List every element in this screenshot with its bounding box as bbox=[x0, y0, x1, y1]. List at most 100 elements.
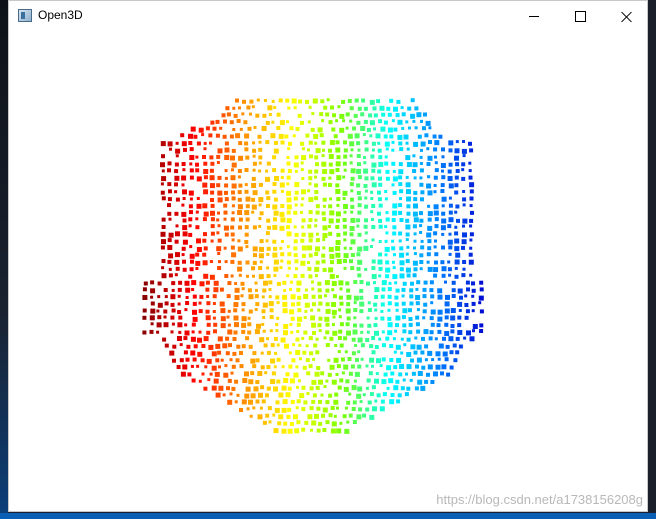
open3d-window[interactable]: Open3D https://blog.csdn.net/a1738156208… bbox=[8, 0, 648, 512]
point-cloud-point bbox=[188, 232, 193, 237]
point-cloud-point bbox=[345, 281, 350, 286]
point-cloud-point bbox=[270, 343, 275, 348]
point-cloud-point bbox=[271, 99, 275, 103]
point-cloud-point bbox=[237, 197, 242, 202]
point-cloud-point bbox=[241, 329, 246, 334]
point-cloud-point bbox=[412, 119, 416, 123]
point-cloud-point bbox=[390, 393, 395, 397]
point-cloud-point bbox=[470, 210, 474, 215]
point-cloud-point bbox=[293, 239, 298, 244]
point-cloud-point bbox=[435, 364, 441, 370]
point-cloud-point bbox=[286, 182, 290, 186]
point-cloud-point bbox=[224, 169, 228, 173]
point-cloud-point bbox=[398, 210, 403, 215]
point-cloud-point bbox=[307, 266, 312, 271]
close-button[interactable] bbox=[603, 1, 649, 31]
point-cloud-point bbox=[329, 197, 333, 201]
point-cloud-point bbox=[195, 210, 199, 214]
point-cloud-point bbox=[434, 161, 438, 165]
point-cloud-point bbox=[356, 168, 362, 174]
point-cloud-point bbox=[388, 378, 394, 384]
point-cloud-point bbox=[241, 322, 247, 328]
point-cloud-point bbox=[414, 386, 419, 391]
point-cloud-point bbox=[301, 177, 305, 180]
point-cloud-point bbox=[461, 148, 467, 154]
point-cloud-point bbox=[362, 133, 366, 137]
point-cloud-point bbox=[354, 98, 359, 103]
point-cloud-point bbox=[410, 344, 416, 350]
3d-viewport[interactable]: https://blog.csdn.net/a1738156208g bbox=[9, 31, 647, 511]
point-cloud-point bbox=[188, 190, 194, 196]
point-cloud-point bbox=[419, 162, 423, 165]
point-cloud-point bbox=[224, 141, 229, 146]
point-cloud-point bbox=[231, 252, 237, 258]
point-cloud-point bbox=[405, 120, 409, 124]
point-cloud-point bbox=[419, 253, 424, 258]
point-cloud-point bbox=[175, 224, 179, 228]
point-cloud-point bbox=[177, 336, 182, 341]
title-bar[interactable]: Open3D bbox=[9, 1, 647, 31]
point-cloud-point bbox=[273, 336, 278, 341]
point-cloud-point bbox=[395, 315, 401, 321]
point-cloud-point bbox=[258, 169, 262, 173]
point-cloud-point bbox=[433, 210, 439, 216]
point-cloud-point bbox=[347, 357, 352, 361]
point-cloud-point bbox=[269, 308, 274, 313]
point-cloud-point bbox=[224, 197, 229, 202]
point-cloud-point bbox=[198, 309, 203, 314]
point-cloud-point bbox=[172, 344, 177, 349]
point-cloud-point bbox=[394, 281, 398, 285]
point-cloud-point bbox=[203, 232, 207, 237]
point-cloud-point bbox=[366, 128, 371, 132]
point-cloud-point bbox=[380, 316, 385, 321]
point-cloud-point bbox=[273, 217, 277, 222]
point-cloud-point bbox=[315, 210, 320, 215]
point-cloud-point bbox=[434, 252, 439, 257]
point-cloud-point bbox=[289, 378, 295, 384]
minimize-button[interactable] bbox=[511, 1, 557, 31]
point-cloud-point bbox=[281, 385, 287, 391]
point-cloud-point bbox=[378, 240, 382, 243]
point-cloud-point bbox=[478, 301, 482, 305]
point-cloud-point bbox=[261, 322, 265, 326]
point-cloud-point bbox=[364, 147, 369, 152]
point-cloud-point bbox=[385, 169, 390, 174]
point-cloud-point bbox=[371, 148, 375, 152]
point-cloud-point bbox=[295, 350, 301, 355]
point-cloud-point bbox=[254, 308, 258, 311]
point-cloud-point bbox=[223, 217, 227, 221]
point-cloud-point bbox=[150, 308, 156, 314]
point-cloud-point bbox=[407, 106, 412, 111]
point-cloud-point bbox=[208, 133, 213, 138]
point-cloud-point bbox=[415, 364, 419, 369]
point-cloud-point bbox=[472, 329, 475, 333]
point-cloud-point bbox=[244, 147, 249, 152]
point-cloud-point bbox=[236, 119, 241, 123]
point-cloud-point bbox=[420, 385, 426, 391]
point-cloud-point bbox=[273, 386, 278, 392]
maximize-button[interactable] bbox=[557, 1, 603, 31]
point-cloud-point bbox=[168, 217, 172, 221]
point-cloud-point bbox=[349, 182, 354, 187]
point-cloud-point bbox=[249, 112, 252, 116]
point-cloud-point bbox=[236, 393, 240, 397]
point-cloud-point bbox=[232, 106, 236, 110]
point-cloud-point bbox=[378, 337, 382, 341]
point-cloud-point bbox=[339, 378, 344, 383]
point-cloud-point bbox=[226, 315, 230, 319]
point-cloud-point bbox=[287, 266, 291, 270]
point-cloud-point bbox=[472, 324, 478, 329]
point-cloud-point bbox=[308, 176, 313, 181]
point-cloud-point bbox=[371, 225, 376, 229]
point-cloud-point bbox=[454, 183, 459, 188]
point-cloud-point bbox=[199, 294, 204, 299]
point-cloud-point bbox=[405, 175, 409, 179]
point-cloud-point bbox=[287, 407, 292, 412]
point-cloud-point bbox=[393, 385, 399, 391]
point-cloud-point bbox=[289, 309, 295, 315]
point-cloud-point bbox=[331, 421, 337, 427]
maximize-icon bbox=[574, 10, 586, 22]
point-cloud-point bbox=[369, 357, 375, 363]
point-cloud-point bbox=[365, 338, 370, 342]
point-cloud-point bbox=[178, 280, 183, 285]
